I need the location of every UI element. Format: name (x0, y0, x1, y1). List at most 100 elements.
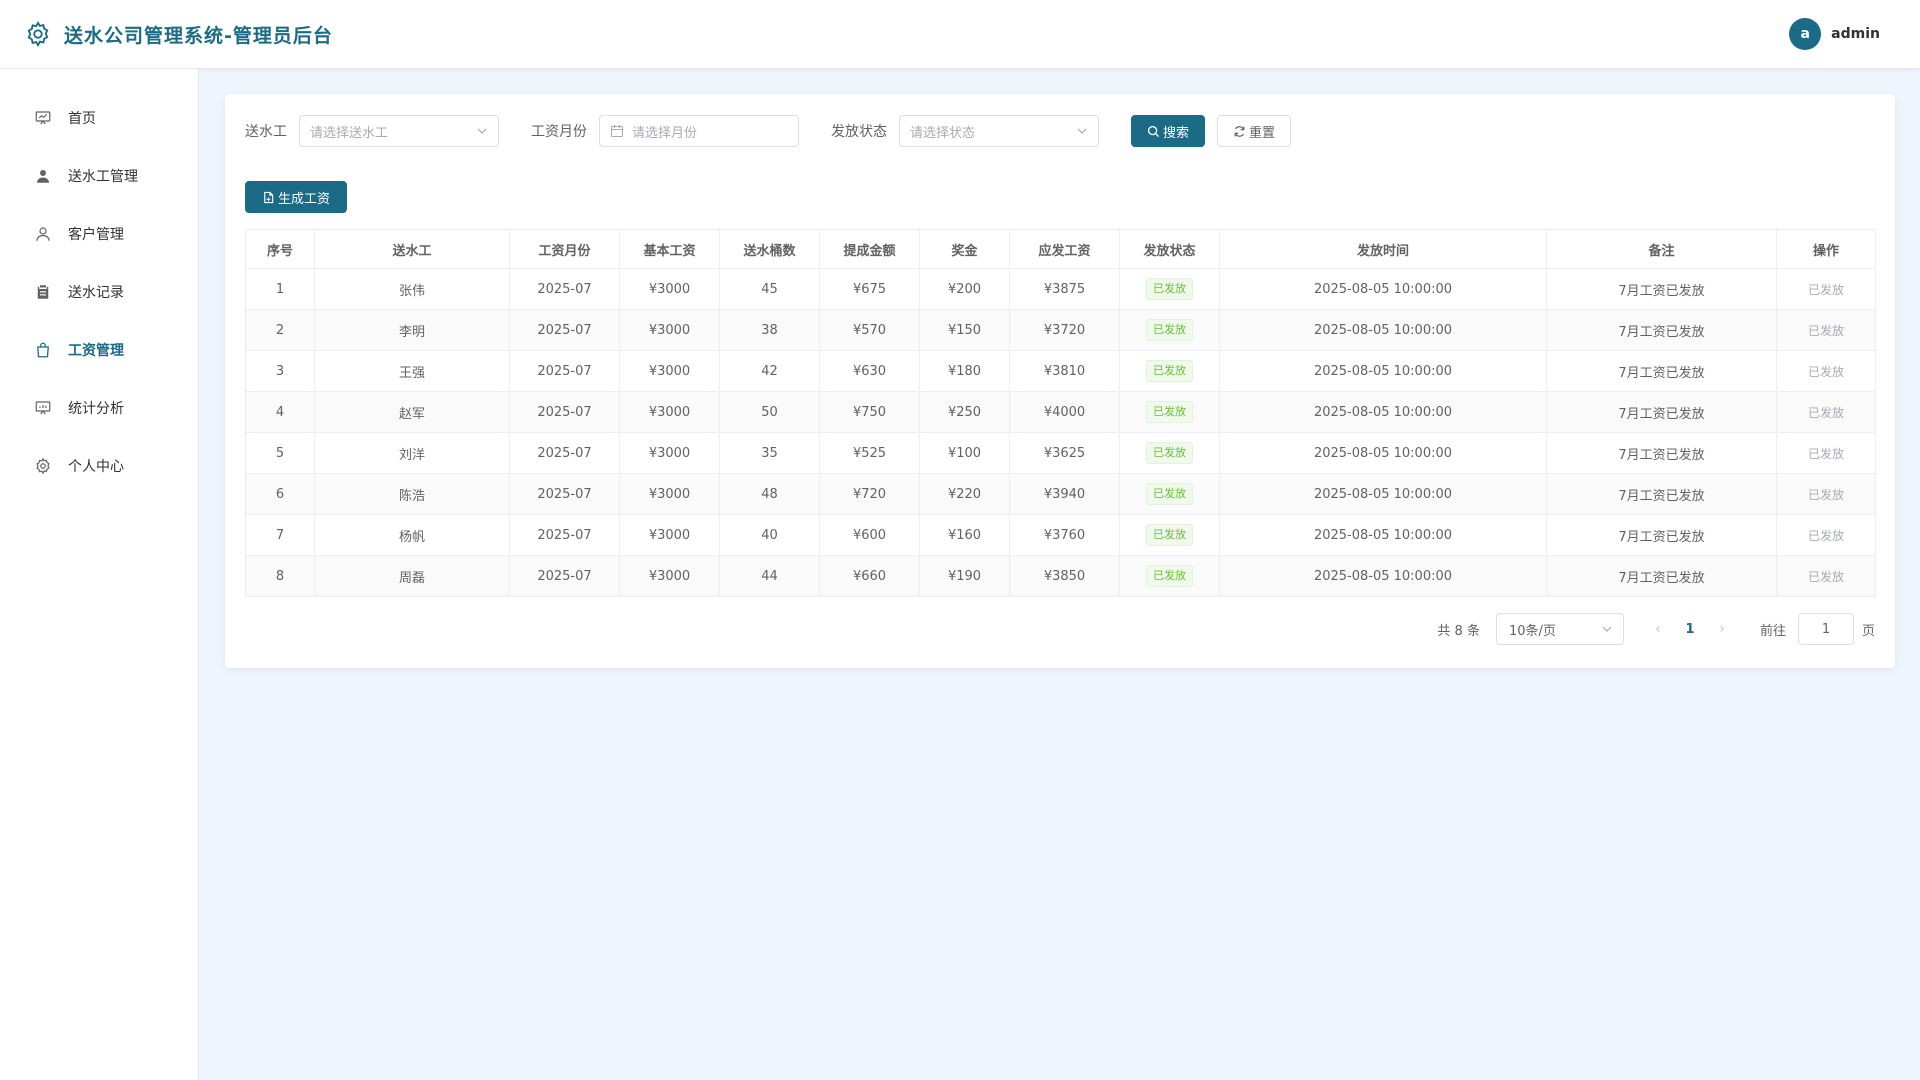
cell-bonus: ¥150 (919, 309, 1010, 351)
cell-remark: 7月工资已发放 (1546, 432, 1777, 474)
reset-button-label: 重置 (1248, 125, 1275, 141)
current-page[interactable]: 1 (1672, 622, 1708, 637)
clipboard-icon (34, 283, 52, 301)
goto-page-input[interactable]: 1 (1797, 613, 1854, 645)
salary-table: 序号 送水工 工资月份 基本工资 送水桶数 提成金额 奖金 应发工资 发放状态 … (245, 229, 1876, 597)
table-row: 8 周磊 2025-07 ¥3000 44 ¥660 ¥190 ¥3850 已发… (245, 555, 1876, 597)
avatar[interactable]: a (1789, 18, 1822, 50)
status-badge: 已发放 (1146, 442, 1193, 464)
sidebar-item-customers[interactable]: 客户管理 (0, 205, 198, 263)
cell-worker: 张伟 (314, 268, 510, 310)
cell-month: 2025-07 (509, 555, 620, 597)
reset-button[interactable]: 重置 (1217, 115, 1291, 147)
sidebar-item-salary[interactable]: 工资管理 (0, 321, 198, 379)
cell-worker: 杨帆 (314, 514, 510, 556)
cell-base: ¥3000 (619, 268, 720, 310)
cell-action: 已发放 (1776, 473, 1876, 515)
filter-bar: 送水工 请选择送水工 工资月份 请选择月份 发放状态 请选择状态 搜索 重置 (245, 115, 1291, 147)
paid-action-button[interactable]: 已发放 (1808, 488, 1844, 502)
cell-base: ¥3000 (619, 309, 720, 351)
cell-month: 2025-07 (509, 268, 620, 310)
salary-card: 送水工 请选择送水工 工资月份 请选择月份 发放状态 请选择状态 搜索 重置 生… (225, 94, 1895, 668)
worker-select[interactable]: 请选择送水工 (299, 115, 499, 147)
generate-salary-button[interactable]: 生成工资 (245, 181, 348, 213)
status-badge: 已发放 (1146, 524, 1193, 546)
search-button[interactable]: 搜索 (1131, 115, 1205, 147)
sidebar-item-delivery-records[interactable]: 送水记录 (0, 263, 198, 321)
cell-no: 7 (245, 514, 315, 556)
data-board-icon (34, 399, 52, 417)
cell-worker: 陈浩 (314, 473, 510, 515)
cell-remark: 7月工资已发放 (1546, 514, 1777, 556)
cell-remark: 7月工资已发放 (1546, 350, 1777, 392)
paid-action-button[interactable]: 已发放 (1808, 365, 1844, 379)
column-header: 送水工 (314, 229, 510, 269)
refresh-icon (1233, 125, 1246, 138)
paid-action-button[interactable]: 已发放 (1808, 324, 1844, 338)
table-row: 3 王强 2025-07 ¥3000 42 ¥630 ¥180 ¥3810 已发… (245, 350, 1876, 392)
status-select[interactable]: 请选择状态 (899, 115, 1099, 147)
page-size-select[interactable]: 10条/页 (1495, 613, 1624, 645)
cell-commission: ¥660 (819, 555, 920, 597)
cell-no: 6 (245, 473, 315, 515)
cell-remark: 7月工资已发放 (1546, 555, 1777, 597)
cell-base: ¥3000 (619, 555, 720, 597)
search-icon (1147, 125, 1160, 138)
cell-action: 已发放 (1776, 514, 1876, 556)
sidebar-item-profile[interactable]: 个人中心 (0, 437, 198, 495)
paid-action-button[interactable]: 已发放 (1808, 447, 1844, 461)
cell-barrels: 42 (719, 350, 820, 392)
cell-month: 2025-07 (509, 514, 620, 556)
next-page-icon[interactable]: › (1708, 621, 1736, 637)
sidebar-item-workers[interactable]: 送水工管理 (0, 147, 198, 205)
paid-action-button[interactable]: 已发放 (1808, 570, 1844, 584)
user-filled-icon (34, 167, 52, 185)
cell-remark: 7月工资已发放 (1546, 268, 1777, 310)
generate-salary-label: 生成工资 (278, 191, 331, 207)
sidebar-item-label: 客户管理 (68, 227, 124, 243)
month-picker-placeholder: 请选择月份 (632, 125, 698, 141)
cell-remark: 7月工资已发放 (1546, 309, 1777, 351)
cell-status: 已发放 (1119, 309, 1220, 351)
cell-commission: ¥720 (819, 473, 920, 515)
sidebar-item-home[interactable]: 首页 (0, 89, 198, 147)
paid-action-button[interactable]: 已发放 (1808, 283, 1844, 297)
month-filter-label: 工资月份 (531, 124, 587, 140)
cell-total: ¥4000 (1009, 391, 1120, 433)
table-row: 4 赵军 2025-07 ¥3000 50 ¥750 ¥250 ¥4000 已发… (245, 391, 1876, 433)
cell-barrels: 45 (719, 268, 820, 310)
pagination: 共 8 条 10条/页 ‹ 1 › 前往 1 页 (1437, 613, 1875, 645)
user-menu[interactable]: a admin (1789, 18, 1880, 50)
month-picker[interactable]: 请选择月份 (599, 115, 799, 147)
table-row: 6 陈浩 2025-07 ¥3000 48 ¥720 ¥220 ¥3940 已发… (245, 473, 1876, 515)
column-header: 备注 (1546, 229, 1777, 269)
worker-filter-label: 送水工 (245, 124, 287, 140)
chevron-down-icon (1076, 125, 1088, 137)
document-add-icon (262, 191, 275, 204)
username[interactable]: admin (1831, 26, 1880, 42)
paid-action-button[interactable]: 已发放 (1808, 529, 1844, 543)
cell-bonus: ¥180 (919, 350, 1010, 392)
cell-remark: 7月工资已发放 (1546, 391, 1777, 433)
search-button-label: 搜索 (1162, 125, 1189, 141)
cell-time: 2025-08-05 10:00:00 (1219, 391, 1547, 433)
status-badge: 已发放 (1146, 401, 1193, 423)
cell-bonus: ¥160 (919, 514, 1010, 556)
page-suffix: 页 (1861, 623, 1875, 639)
cell-time: 2025-08-05 10:00:00 (1219, 555, 1547, 597)
status-select-placeholder: 请选择状态 (910, 125, 976, 141)
sidebar-item-statistics[interactable]: 统计分析 (0, 379, 198, 437)
cell-barrels: 50 (719, 391, 820, 433)
cell-commission: ¥750 (819, 391, 920, 433)
status-badge: 已发放 (1146, 278, 1193, 300)
cell-worker: 王强 (314, 350, 510, 392)
cell-time: 2025-08-05 10:00:00 (1219, 309, 1547, 351)
sidebar-item-label: 个人中心 (68, 459, 124, 475)
cell-status: 已发放 (1119, 268, 1220, 310)
gear-icon (34, 457, 52, 475)
cell-action: 已发放 (1776, 268, 1876, 310)
paid-action-button[interactable]: 已发放 (1808, 406, 1844, 420)
cell-base: ¥3000 (619, 514, 720, 556)
prev-page-icon[interactable]: ‹ (1644, 621, 1672, 637)
shopping-bag-icon (34, 341, 52, 359)
